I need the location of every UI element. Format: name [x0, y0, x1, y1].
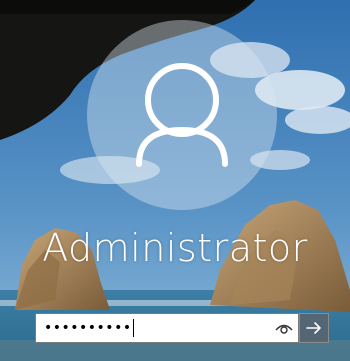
arrow-right-icon	[306, 322, 321, 334]
lock-screen: Administrator ••••••••••	[0, 0, 350, 361]
user-silhouette-icon	[136, 63, 228, 167]
user-avatar	[87, 20, 277, 210]
text-caret	[132, 319, 134, 337]
password-mask: ••••••••••	[44, 320, 132, 336]
eye-icon[interactable]	[274, 318, 294, 338]
submit-button[interactable]	[299, 313, 329, 343]
password-field[interactable]: ••••••••••	[35, 313, 299, 343]
password-row: ••••••••••	[35, 313, 329, 343]
username-label: Administrator	[42, 226, 308, 270]
